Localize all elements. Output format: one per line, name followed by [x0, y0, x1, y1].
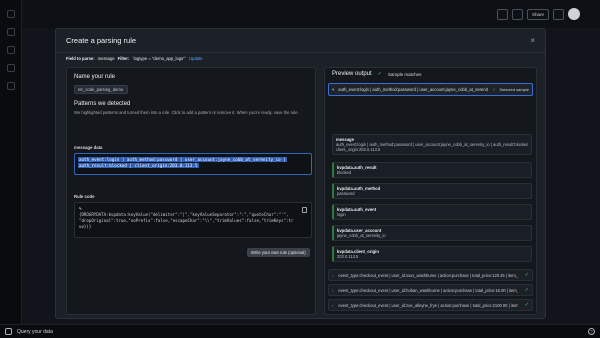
- preview-header: Preview output ✓ Sample matches: [332, 71, 421, 77]
- sample-row[interactable]: › event_type:checkout_event | user_id:xx…: [328, 269, 533, 281]
- attribute-value: login: [337, 212, 346, 217]
- bottom-bar: Query your data ?: [0, 324, 600, 338]
- background-sidebar: [0, 0, 22, 338]
- chevron-right-icon[interactable]: ›: [332, 303, 333, 308]
- nav-icon: [6, 28, 15, 36]
- close-icon[interactable]: ×: [530, 36, 535, 45]
- attribute-value: client_origin:203.0.113.5: [336, 147, 381, 153]
- field-value: message: [97, 56, 115, 61]
- chevron-right-icon[interactable]: ›: [332, 273, 333, 278]
- attribute-value: blocked: [337, 170, 352, 175]
- more-icon[interactable]: [553, 8, 564, 20]
- field-filter-row: Field to parse: message Filter: `logtype…: [66, 56, 203, 61]
- nav-icon: [6, 82, 15, 90]
- write-rule-button[interactable]: Write your own rule (optional): [247, 248, 310, 257]
- preview-panel: Preview output ✓ Sample matches ▾ auth_e…: [324, 67, 537, 315]
- highlighted-pattern[interactable]: auth_event:login | auth_method:password …: [78, 157, 287, 162]
- name-title: Name your rule: [74, 74, 116, 80]
- attribute-row: kvpdata.auth_method password: [332, 183, 532, 200]
- sample-text: event_type:checkout_event | user_id:zoe_…: [338, 302, 519, 308]
- chat-icon[interactable]: [5, 328, 12, 335]
- attribute-value: jayne_cobb_at_serenity_io: [337, 233, 386, 238]
- avatar[interactable]: [568, 8, 580, 20]
- home-icon: [6, 10, 15, 18]
- check-icon: ✓: [524, 302, 529, 308]
- message-data-box[interactable]: auth_event:login | auth_method:password …: [74, 153, 312, 175]
- check-icon: ✓: [377, 71, 382, 77]
- nav-icon: [6, 64, 15, 72]
- query-button[interactable]: Query your data: [17, 329, 53, 335]
- rule-code-label: Rule code: [74, 194, 95, 199]
- modal-header: Create a parsing rule ×: [56, 29, 545, 53]
- attribute-row: kvpdata.auth_event login: [332, 204, 532, 221]
- selected-sample-row[interactable]: ▾ auth_event:login | auth_method:passwor…: [328, 83, 533, 96]
- field-prefix: Field to parse:: [66, 56, 95, 61]
- sample-matches-label: Sample matches: [387, 71, 422, 77]
- sample-row[interactable]: › event_type:checkout_event | user_id:ho…: [328, 284, 533, 296]
- nav-icon: [6, 46, 15, 54]
- patterns-title: Patterns we detected: [74, 101, 131, 107]
- update-link[interactable]: Update: [189, 56, 203, 61]
- filter-value: `logtype = "demo_app_logs"`: [132, 56, 187, 61]
- app-root: Share Create a parsing rule × Field to p…: [0, 0, 600, 338]
- preview-title: Preview output: [332, 71, 372, 77]
- check-icon: ✓: [492, 88, 496, 92]
- selected-badge: Selected sample: [499, 87, 529, 92]
- check-icon: ✓: [524, 287, 529, 293]
- filter-prefix: Filter:: [117, 56, 130, 61]
- attribute-row: kvpdata.auth_result blocked: [332, 162, 532, 179]
- modal-title: Create a parsing rule: [66, 36, 137, 45]
- rule-editor-panel: Name your rule ntr_code_parsing_demo Pat…: [66, 67, 316, 315]
- chevron-down-icon[interactable]: ▾: [332, 87, 334, 93]
- attribute-row: kvpdata.user_account jayne_cobb_at_seren…: [332, 225, 532, 242]
- sample-text: auth_event:login | auth_method:password …: [338, 87, 489, 92]
- message-label: message data: [74, 145, 103, 150]
- sample-row[interactable]: › event_type:checkout_event | user_id:zo…: [328, 299, 533, 311]
- feedback-icon[interactable]: [496, 8, 508, 20]
- help-icon[interactable]: ?: [588, 328, 595, 335]
- topbar-actions: Share: [496, 8, 580, 20]
- chevron-right-icon[interactable]: ›: [332, 288, 333, 293]
- rule-name-input[interactable]: ntr_code_parsing_demo: [74, 85, 128, 94]
- parsing-rule-modal: Create a parsing rule × Field to parse: …: [55, 28, 546, 319]
- patterns-description: We highlighted patterns and turned them …: [74, 110, 299, 115]
- share-button[interactable]: Share: [526, 8, 549, 20]
- highlighted-pattern[interactable]: auth_result:blocked | client_origin:203.…: [78, 163, 199, 168]
- sample-text: event_type:checkout_event | user_id:hoba…: [338, 287, 518, 293]
- bookmark-icon[interactable]: [511, 8, 523, 20]
- copy-icon[interactable]: [302, 207, 307, 213]
- attribute-value: 203.0.113.5: [337, 254, 359, 259]
- attribute-value: password: [337, 191, 355, 196]
- rule-code: % {DROGRYDATA:kvpdata:keyValue("delimite…: [79, 206, 294, 229]
- rule-code-box[interactable]: % {DROGRYDATA:kvpdata:keyValue("delimite…: [74, 202, 312, 238]
- sample-text: event_type:checkout_event | user_id:xxxx…: [338, 272, 519, 278]
- message-block: message auth_event:login | auth_method:p…: [332, 134, 532, 156]
- check-icon: ✓: [524, 272, 529, 278]
- attribute-row: kvpdata.client_origin 203.0.113.5: [332, 246, 532, 263]
